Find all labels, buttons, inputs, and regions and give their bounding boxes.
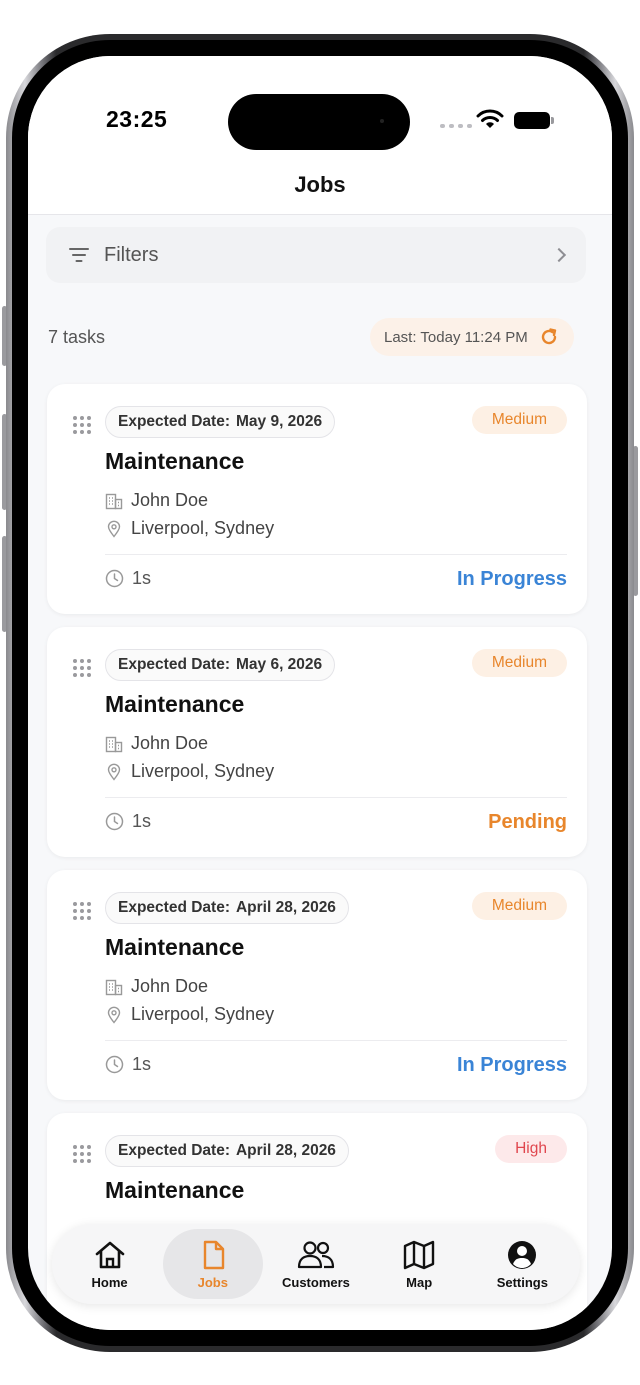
location-text: Liverpool, Sydney: [131, 518, 275, 538]
job-title: Maintenance: [105, 1177, 245, 1203]
expected-date-value: April 28, 2026: [235, 1142, 336, 1159]
tab-label: Map: [406, 1274, 433, 1290]
duration-text: 1s: [132, 568, 152, 588]
customer-row: John Doe: [105, 490, 208, 511]
tab-label: Jobs: [197, 1274, 228, 1290]
tab-label: Settings: [496, 1274, 548, 1290]
duration: 1s: [105, 1054, 151, 1075]
tab-home[interactable]: Home: [60, 1229, 160, 1299]
location-row: Liverpool, Sydney: [105, 518, 274, 539]
expected-date-label: Expected Date:: [118, 1142, 230, 1159]
expected-date-value: May 6, 2026: [235, 656, 323, 673]
tab-label: Home: [91, 1274, 128, 1290]
filter-icon: [68, 247, 90, 263]
filters-label: Filters: [104, 243, 159, 266]
tab-settings[interactable]: Settings: [472, 1229, 572, 1299]
priority-badge: Medium: [471, 406, 567, 434]
customer-name: John Doe: [131, 976, 209, 996]
building-icon: [105, 736, 123, 752]
divider: [105, 554, 567, 555]
drag-handle-icon[interactable]: [73, 659, 91, 677]
location-text: Liverpool, Sydney: [131, 761, 275, 781]
job-title: Maintenance: [105, 934, 245, 960]
battery-icon: [514, 112, 554, 129]
navigation-bar: 23:25 Jobs: [28, 56, 612, 215]
refresh-icon: [541, 328, 556, 345]
phone-frame: 23:25 Jobs Filters 7 tasks Last: Today 1…: [6, 34, 634, 1352]
chevron-right-icon: [551, 247, 567, 263]
priority-badge: Medium: [471, 649, 567, 677]
map-pin-icon: [107, 763, 121, 781]
expected-date-label: Expected Date:: [118, 899, 230, 916]
drag-handle-icon[interactable]: [73, 902, 91, 920]
divider: [105, 1040, 567, 1041]
tab-customers[interactable]: Customers: [266, 1229, 366, 1299]
location-text: Liverpool, Sydney: [131, 1004, 275, 1024]
job-status: Pending: [488, 811, 567, 833]
expected-date-value: April 28, 2026: [235, 899, 336, 916]
clock-icon: [105, 1055, 124, 1074]
drag-handle-icon[interactable]: [73, 1145, 91, 1163]
expected-date-badge: Expected Date: April 28, 2026: [105, 1135, 349, 1167]
priority-badge: High: [495, 1135, 567, 1163]
priority-badge: Medium: [471, 892, 567, 920]
customer-name: John Doe: [131, 490, 209, 510]
tab-bar: Home Jobs Customers Map Settings: [52, 1224, 580, 1304]
tab-label: Customers: [282, 1274, 350, 1290]
job-card[interactable]: Expected Date: May 6, 2026 Medium Mainte…: [47, 627, 587, 857]
tab-jobs[interactable]: Jobs: [162, 1229, 263, 1299]
last-refresh-label: Last: Today 11:24 PM: [384, 328, 528, 346]
location-row: Liverpool, Sydney: [105, 1004, 274, 1025]
document-icon: [203, 1240, 224, 1269]
expected-date-badge: Expected Date: May 9, 2026: [105, 406, 336, 438]
clock-icon: [105, 569, 124, 588]
task-count: 7 tasks: [48, 327, 106, 347]
map-pin-icon: [107, 1006, 121, 1024]
refresh-button[interactable]: Last: Today 11:24 PM: [370, 318, 574, 356]
tab-map[interactable]: Map: [369, 1229, 469, 1299]
customer-name: John Doe: [131, 733, 209, 753]
duration: 1s: [105, 568, 151, 589]
page-title: Jobs: [294, 172, 346, 197]
status-time: 23:25: [106, 106, 168, 132]
phone-bezel: 23:25 Jobs Filters 7 tasks Last: Today 1…: [12, 40, 628, 1346]
clock-icon: [105, 812, 124, 831]
customer-row: John Doe: [105, 733, 208, 754]
divider: [105, 797, 567, 798]
cellular-signal-icon: [440, 124, 472, 128]
people-icon: [297, 1240, 335, 1268]
duration-text: 1s: [132, 811, 152, 831]
dynamic-island: [228, 94, 410, 150]
map-pin-icon: [107, 520, 121, 538]
drag-handle-icon[interactable]: [73, 416, 91, 434]
duration-text: 1s: [132, 1054, 152, 1074]
duration: 1s: [105, 811, 151, 832]
filters-button[interactable]: Filters: [46, 227, 586, 283]
expected-date-value: May 9, 2026: [235, 413, 323, 430]
job-card[interactable]: Expected Date: May 9, 2026 Medium Mainte…: [47, 384, 587, 614]
map-icon: [403, 1240, 435, 1269]
house-icon: [95, 1241, 124, 1268]
person-circle-icon: [508, 1240, 537, 1269]
location-row: Liverpool, Sydney: [105, 761, 274, 782]
expected-date-badge: Expected Date: April 28, 2026: [105, 892, 349, 924]
wifi-icon: [476, 109, 504, 128]
building-icon: [105, 493, 123, 509]
building-icon: [105, 979, 123, 995]
job-status: In Progress: [456, 1054, 567, 1076]
job-card[interactable]: Expected Date: April 28, 2026 Medium Mai…: [47, 870, 587, 1100]
expected-date-badge: Expected Date: May 6, 2026: [105, 649, 336, 681]
customer-row: John Doe: [105, 976, 208, 997]
job-title: Maintenance: [105, 691, 245, 717]
screen: 23:25 Jobs Filters 7 tasks Last: Today 1…: [28, 56, 612, 1330]
expected-date-label: Expected Date:: [118, 413, 230, 430]
job-title: Maintenance: [105, 448, 245, 474]
expected-date-label: Expected Date:: [118, 656, 230, 673]
job-status: In Progress: [456, 568, 567, 590]
